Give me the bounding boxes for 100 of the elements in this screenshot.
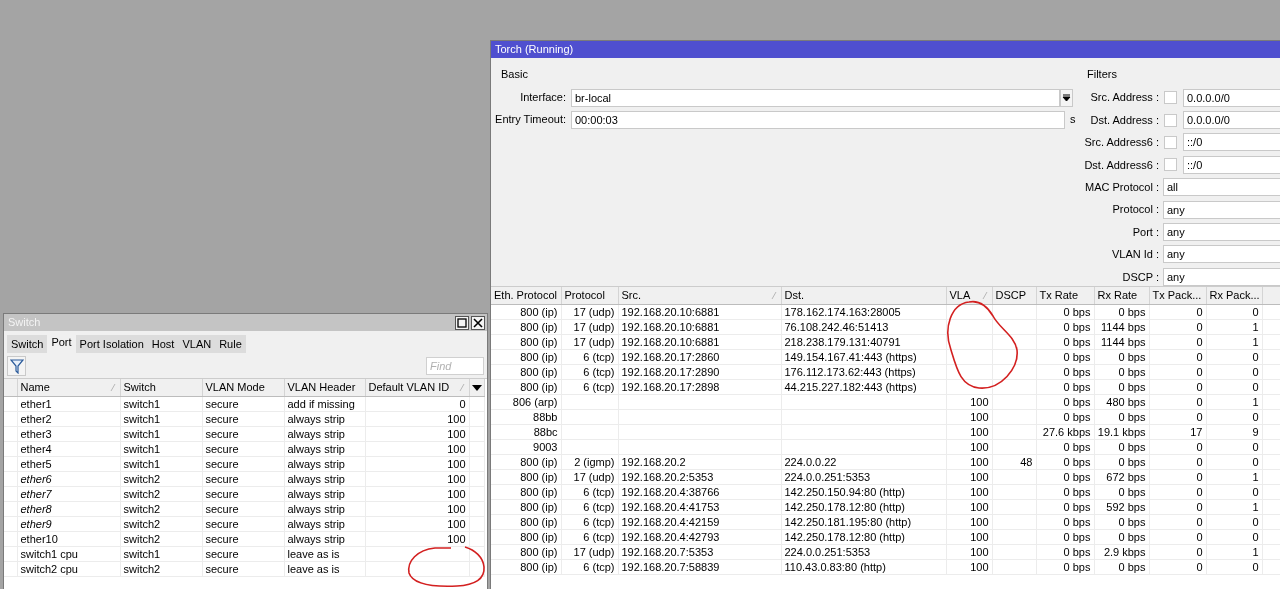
table-cell: 1 [1206,319,1262,334]
text-field[interactable]: any [1163,245,1280,264]
table-cell: switch2 [120,501,202,516]
table-cell: 76.108.242.46:51413 [781,319,946,334]
table-cell: always strip [284,426,365,441]
text-field[interactable]: ::/0 [1183,133,1280,152]
column-header[interactable]: Tx Pack... [1149,287,1206,304]
filter-button[interactable] [7,356,26,376]
table-cell: 100 [365,426,469,441]
maximize-button[interactable] [455,315,469,330]
table-cell: 0 [1149,484,1206,499]
column-header[interactable]: VLAN Mode [202,379,284,396]
column-header[interactable]: Default VLAN ID [365,379,469,396]
table-cell: 1144 bps [1094,334,1149,349]
table-cell: 800 (ip) [491,304,561,319]
column-header[interactable]: VLAN Header [284,379,365,396]
section-label: Filters [1087,67,1117,82]
table-cell: secure [202,546,284,561]
table-cell: 0 [1149,514,1206,529]
table-cell: 0 [1206,529,1262,544]
column-header[interactable]: Eth. Protocol [491,287,561,304]
table-cell: 100 [365,531,469,546]
table-cell: 0 [1206,349,1262,364]
text-field[interactable]: 0.0.0.0/0 [1183,111,1280,130]
text-field[interactable]: any [1163,267,1280,286]
table-cell: secure [202,456,284,471]
column-header[interactable]: Rx Rate [1094,287,1149,304]
table-cell: 0 bps [1036,364,1094,379]
table-cell: secure [202,561,284,576]
table-cell: 0 [1149,559,1206,574]
column-header[interactable]: Name [17,379,120,396]
column-header[interactable]: VLA [946,287,992,304]
column-header[interactable]: Dst. [781,287,946,304]
table-cell: ether7 [17,486,120,501]
text-field[interactable]: 00:00:03 [571,110,1065,129]
tab[interactable]: Switch [7,335,48,353]
tab[interactable]: Host [147,335,179,353]
table-cell: 800 (ip) [491,469,561,484]
table-cell: secure [202,531,284,546]
table-cell: 0 bps [1036,394,1094,409]
table-cell: secure [202,486,284,501]
table-cell: 800 (ip) [491,319,561,334]
text-field[interactable]: ::/0 [1183,155,1280,174]
text-field[interactable]: any [1163,200,1280,219]
table-cell: always strip [284,516,365,531]
close-button[interactable] [471,315,485,330]
tab[interactable]: VLAN [178,335,216,353]
table-cell: 800 (ip) [491,559,561,574]
sort-icon [458,383,465,392]
table-cell: 0 [1206,304,1262,319]
table-cell: 9 [1206,424,1262,439]
table-cell: switch1 [120,411,202,426]
column-header[interactable]: DSCP [992,287,1036,304]
table-cell: 0 [1149,409,1206,424]
table-cell: switch1 [120,456,202,471]
window-title: Torch (Running) [491,41,1280,58]
field-label: Dst. Address : [1089,112,1159,128]
table-cell: 192.168.20.4:42793 [618,529,781,544]
tab[interactable]: Port Isolation [75,335,148,353]
column-header[interactable]: Protocol [561,287,618,304]
checkbox[interactable] [1164,113,1177,127]
table-cell: 0 [1206,514,1262,529]
table-cell: 142.250.150.94:80 (http) [781,484,946,499]
table-cell: switch2 cpu [17,561,120,576]
table-cell: 192.168.20.2:5353 [618,469,781,484]
tab[interactable]: Rule [215,335,246,353]
table-cell: 0 [1149,304,1206,319]
checkbox[interactable] [1164,91,1177,105]
dropdown-icon [1062,93,1071,102]
sort-icon [109,383,116,392]
text-field[interactable]: 0.0.0.0/0 [1183,88,1280,107]
table-cell: 100 [365,471,469,486]
table-cell: always strip [284,411,365,426]
table-cell: 0 [1206,364,1262,379]
checkbox[interactable] [1164,135,1177,149]
table-cell: 0 [1206,484,1262,499]
search-field[interactable]: Find [426,357,484,375]
table-cell: 9003 [491,439,561,454]
table-cell: always strip [284,441,365,456]
text-field[interactable]: all [1163,178,1280,197]
dropdown-button[interactable] [1060,88,1073,107]
column-header[interactable]: Tx Rate [1036,287,1094,304]
table-cell: 100 [365,456,469,471]
table-cell: secure [202,516,284,531]
table-cell: 6 (tcp) [561,484,618,499]
table-cell: ether4 [17,441,120,456]
table-cell: 100 [946,454,992,469]
checkbox[interactable] [1164,158,1177,172]
table-cell: 480 bps [1094,394,1149,409]
column-header[interactable]: Src. [618,287,781,304]
field-label: Src. Address6 : [1083,135,1159,151]
table-cell: 100 [946,499,992,514]
table-cell: 0 bps [1036,559,1094,574]
dropdown-icon [471,385,482,392]
table-cell: secure [202,501,284,516]
column-header[interactable]: Rx Pack... [1206,287,1262,304]
dropdown-field[interactable]: br-local [571,88,1060,107]
field-label: Dst. Address6 : [1083,157,1159,173]
column-header[interactable]: Switch [120,379,202,396]
text-field[interactable]: any [1163,223,1280,242]
